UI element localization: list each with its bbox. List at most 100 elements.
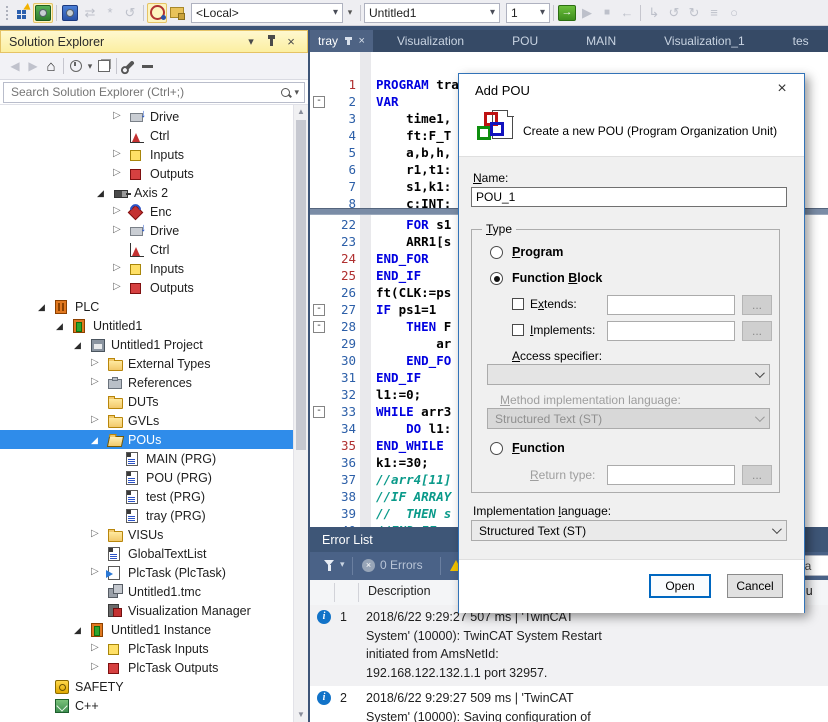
access-specifier-combo[interactable] — [487, 364, 770, 385]
expand-arrow-icon[interactable]: ▷ — [91, 566, 105, 577]
pin-icon[interactable] — [263, 34, 279, 50]
search-input[interactable] — [9, 84, 281, 100]
tree-item-pou-prg[interactable]: POU (PRG) — [0, 468, 294, 487]
filter-dropdown-icon[interactable]: ▾ — [340, 559, 345, 570]
tree-item-plctask-plctask[interactable]: ▷PlcTask (PlcTask) — [0, 563, 294, 582]
tree-item-external-types[interactable]: ▷External Types — [0, 354, 294, 373]
close-icon[interactable]: × — [283, 34, 299, 50]
show-call-stack-icon[interactable]: ≡ — [704, 3, 724, 23]
close-icon[interactable]: × — [359, 35, 365, 47]
scroll-up-icon[interactable]: ▲ — [294, 105, 308, 119]
expand-arrow-icon[interactable]: ▷ — [113, 110, 127, 121]
project-combo[interactable]: Untitled1 ▾ — [364, 3, 500, 23]
preview-selected-icon[interactable] — [138, 57, 156, 75]
collapse-arrow-icon[interactable]: ◢ — [74, 340, 88, 351]
reload-devices-icon[interactable]: ⇄ — [80, 3, 100, 23]
tree-item-untitled1-tmc[interactable]: Untitled1.tmc — [0, 582, 294, 601]
close-icon[interactable]: × — [772, 80, 792, 98]
target-split-button[interactable]: ▾ — [343, 3, 357, 23]
expand-arrow-icon[interactable]: ▷ — [91, 661, 105, 672]
tab-main[interactable]: MAIN — [562, 30, 640, 52]
toolbar-grip[interactable] — [5, 5, 10, 21]
expand-arrow-icon[interactable]: ▷ — [113, 262, 127, 273]
count-combo[interactable]: 1 ▾ — [506, 3, 550, 23]
implementation-language-combo[interactable]: Structured Text (ST) — [471, 520, 787, 541]
function-label[interactable]: Function — [512, 441, 565, 455]
tree-item-main-prg[interactable]: MAIN (PRG) — [0, 449, 294, 468]
home-icon[interactable]: ⌂ — [42, 57, 60, 75]
implements-label[interactable]: Implements: — [530, 323, 595, 337]
tree-item-untitled1[interactable]: ◢Untitled1 — [0, 316, 294, 335]
tree-item-c[interactable]: C++ — [0, 696, 294, 715]
search-box[interactable]: ▾ — [3, 82, 305, 103]
cancel-button[interactable]: Cancel — [727, 574, 783, 598]
collapse-all-icon[interactable] — [95, 57, 113, 75]
login-icon[interactable]: → — [557, 3, 577, 23]
tree-item-safety[interactable]: SAFETY — [0, 677, 294, 696]
tree-item-ctrl[interactable]: Ctrl — [0, 240, 294, 259]
tree-scrollbar[interactable]: ▲ ▼ — [293, 105, 308, 722]
implements-field[interactable] — [607, 321, 735, 341]
expand-arrow-icon[interactable]: ▷ — [91, 642, 105, 653]
tree-item-outputs[interactable]: ▷Outputs — [0, 278, 294, 297]
tree-item-plc[interactable]: ◢PLC — [0, 297, 294, 316]
tree-item-untitled1-project[interactable]: ◢Untitled1 Project — [0, 335, 294, 354]
expand-arrow-icon[interactable]: ▷ — [113, 281, 127, 292]
tree-item-inputs[interactable]: ▷Inputs — [0, 145, 294, 164]
tab-tray[interactable]: tray× — [310, 30, 373, 52]
error-row-1[interactable]: i12018/6/22 9:29:27 507 ms | 'TwinCATSys… — [310, 605, 828, 686]
choose-target-icon[interactable] — [147, 3, 167, 23]
tab-visualization-1[interactable]: Visualization_1 — [640, 30, 769, 52]
scroll-down-icon[interactable]: ▼ — [294, 708, 308, 722]
tree-item-untitled1-instance[interactable]: ◢Untitled1 Instance — [0, 620, 294, 639]
collapse-arrow-icon[interactable]: ◢ — [38, 302, 52, 313]
step-over-icon[interactable]: ↺ — [664, 3, 684, 23]
forward-icon[interactable]: ▶ — [24, 57, 42, 75]
target-system-combo[interactable]: <Local> ▾ — [191, 3, 343, 23]
tree-item-enc[interactable]: ▷Enc — [0, 202, 294, 221]
expand-arrow-icon[interactable]: ▷ — [113, 205, 127, 216]
start-icon[interactable]: ▶ — [577, 3, 597, 23]
expand-arrow-icon[interactable]: ▷ — [91, 414, 105, 425]
tree-item-outputs[interactable]: ▷Outputs — [0, 164, 294, 183]
tree-item-globaltextlist[interactable]: GlobalTextList — [0, 544, 294, 563]
tree-item-ctrl[interactable]: Ctrl — [0, 126, 294, 145]
implements-browse-button[interactable]: ... — [742, 321, 772, 341]
tree-item-pous[interactable]: ◢POUs — [0, 430, 308, 449]
tree-item-tray-prg[interactable]: tray (PRG) — [0, 506, 294, 525]
program-label[interactable]: Program — [512, 245, 563, 259]
tree-item-inputs[interactable]: ▷Inputs — [0, 259, 294, 278]
expand-arrow-icon[interactable]: ▷ — [91, 376, 105, 387]
tree-item-visualization-manager[interactable]: Visualization Manager — [0, 601, 294, 620]
function-block-radio[interactable] — [490, 272, 503, 285]
tree-item-gvls[interactable]: ▷GVLs — [0, 411, 294, 430]
function-block-label[interactable]: Function Block — [512, 271, 602, 285]
scrollbar-thumb[interactable] — [296, 120, 306, 450]
tree-item-plctask-outputs[interactable]: ▷PlcTask Outputs — [0, 658, 294, 677]
extends-checkbox[interactable] — [512, 298, 524, 310]
step-out-icon[interactable]: ↻ — [684, 3, 704, 23]
tab-tes[interactable]: tes — [769, 30, 828, 52]
implements-checkbox[interactable] — [512, 324, 524, 336]
pin-icon[interactable] — [347, 37, 350, 45]
extends-browse-button[interactable]: ... — [742, 295, 772, 315]
open-button[interactable]: Open — [649, 574, 711, 598]
filter-funnel-icon[interactable] — [324, 560, 334, 566]
run-to-cursor-icon[interactable]: ○ — [724, 3, 744, 23]
error-row-2[interactable]: i22018/6/22 9:29:27 509 ms | 'TwinCATSys… — [310, 686, 828, 722]
extends-label[interactable]: Extends: — [530, 297, 577, 311]
pending-changes-filter-icon[interactable] — [67, 57, 85, 75]
expand-arrow-icon[interactable]: ▷ — [113, 224, 127, 235]
tree-item-plctask-inputs[interactable]: ▷PlcTask Inputs — [0, 639, 294, 658]
tree-item-drive[interactable]: ▷Drive — [0, 107, 294, 126]
search-options-icon[interactable]: ▾ — [294, 87, 299, 98]
tree-item-duts[interactable]: DUTs — [0, 392, 294, 411]
filter-dropdown-icon[interactable]: ▾ — [85, 57, 95, 75]
tree-item-visus[interactable]: ▷VISUs — [0, 525, 294, 544]
collapse-arrow-icon[interactable]: ◢ — [56, 321, 70, 332]
logout-icon[interactable]: ← — [617, 3, 637, 23]
tab-visualization[interactable]: Visualization — [373, 30, 488, 52]
collapse-arrow-icon[interactable]: ◢ — [91, 435, 105, 446]
name-input[interactable] — [471, 187, 787, 207]
scan-wand-icon[interactable]: * — [100, 3, 120, 23]
